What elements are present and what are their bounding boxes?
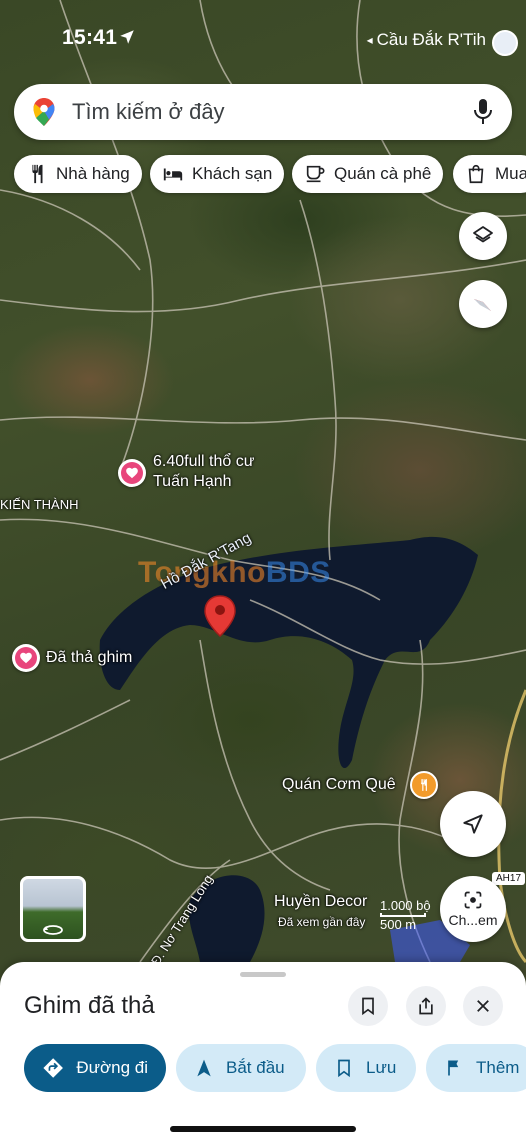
chip-coffee[interactable]: Quán cà phê [292,155,444,193]
close-icon [477,1000,489,1012]
start-button[interactable]: Bắt đầu [176,1044,306,1092]
save-button[interactable]: Lưu [316,1044,416,1092]
maps-logo-icon [33,98,55,126]
saved-place-label[interactable]: 6.40full thổ cư Tuấn Hạnh [153,452,254,492]
search-input[interactable]: Tìm kiếm ở đây [72,99,225,125]
location-arrow-icon [120,30,134,44]
saved-place-favorite-icon[interactable] [118,459,146,487]
save-label: Lưu [366,1058,397,1077]
microphone-icon[interactable] [472,98,494,126]
restaurant-marker-icon[interactable] [410,771,438,799]
navigation-icon [197,1059,211,1077]
lens-button-label: Ch...em [448,912,498,928]
search-bar[interactable]: Tìm kiếm ở đây [14,84,512,140]
close-button[interactable] [463,986,503,1026]
bookmark-button[interactable] [348,986,388,1026]
coffee-icon [306,165,325,183]
map-scale: 1.000 bộ 500 m [380,898,431,932]
directions-button[interactable]: Đường đi [24,1044,166,1092]
chip-restaurants-label: Nhà hàng [56,164,130,183]
more-button[interactable]: Thêm [426,1044,526,1092]
shopping-bag-icon [468,164,484,184]
bookmark-outline-icon [338,1059,350,1078]
directions-label: Đường đi [76,1058,148,1077]
decor-label[interactable]: Huyền Decor [274,893,367,911]
map-layers-button[interactable] [459,212,507,260]
chip-coffee-label: Quán cà phê [334,164,432,183]
share-icon [419,997,433,1015]
flag-icon [448,1060,459,1076]
compass-icon [474,299,491,311]
chip-shopping-label: Mua [495,164,526,183]
hotel-icon [163,168,183,181]
back-arrow-icon: ◂ [366,33,373,47]
navigation-arrow-icon [463,814,483,834]
layers-icon [473,226,493,243]
compass-button[interactable] [459,280,507,328]
dropped-pin-saved-label[interactable]: Đã thả ghim [46,649,132,667]
decor-sublabel: Đã xem gần đây [278,915,366,929]
status-bar: 15:41 ◂ Cầu Đắk R'Tih [0,0,526,78]
share-button[interactable] [406,986,446,1026]
my-location-button[interactable] [440,791,506,857]
category-chips: Nhà hàng Khách sạn Quán cà phê Mua [14,155,526,193]
chip-hotels[interactable]: Khách sạn [150,155,285,193]
rotate-360-icon [43,925,63,935]
chip-shopping[interactable]: Mua [453,155,526,193]
sheet-title: Ghim đã thả [24,992,155,1019]
account-avatar[interactable] [492,30,518,56]
chip-hotels-label: Khách sạn [192,164,273,183]
back-app-label[interactable]: Cầu Đắk R'Tih [377,30,486,50]
lens-button[interactable]: Ch...em [440,876,506,942]
camera-scan-icon [464,891,482,909]
dropped-pin-marker[interactable] [203,594,237,638]
dropped-pin-favorite-icon[interactable] [12,644,40,672]
bookmark-icon [362,997,374,1016]
sheet-drag-handle[interactable] [240,972,286,977]
street-view-thumbnail[interactable] [20,876,86,942]
home-indicator[interactable] [170,1126,356,1132]
area-label: KIẾN THÀNH [0,497,79,512]
highway-badge: AH17 [492,872,526,885]
start-label: Bắt đầu [226,1058,285,1077]
restaurant-label[interactable]: Quán Cơm Quê [282,776,396,794]
restaurant-icon [32,164,43,184]
more-label: Thêm [476,1058,520,1077]
status-right: ◂ Cầu Đắk R'Tih [367,30,486,50]
directions-icon [43,1058,63,1078]
chip-restaurants[interactable]: Nhà hàng [14,155,142,193]
place-bottom-sheet[interactable]: Ghim đã thả Đường đi Bắt đầu Lưu Thêm [0,962,526,1142]
status-time: 15:41 [62,26,118,49]
